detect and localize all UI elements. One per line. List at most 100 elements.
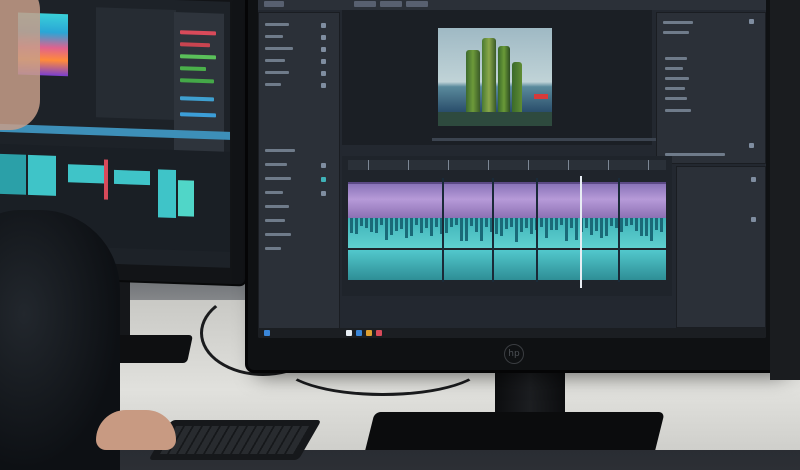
list-item[interactable]	[663, 31, 689, 34]
panel-icon[interactable]	[321, 163, 326, 168]
waveform-bar	[475, 218, 478, 232]
waveform-bar	[465, 218, 468, 241]
panel-icon[interactable]	[749, 19, 754, 24]
waveform-bar	[530, 218, 533, 234]
waveform-bar	[655, 218, 658, 230]
waveform-bar	[460, 218, 463, 241]
panel-icon[interactable]	[321, 83, 326, 88]
list-item[interactable]	[265, 177, 291, 180]
left-bar	[180, 66, 206, 72]
list-item[interactable]	[663, 21, 693, 24]
waveform-bar	[455, 218, 458, 225]
list-item[interactable]	[265, 47, 293, 50]
waveform-bar	[645, 218, 648, 236]
taskbar-icon[interactable]	[346, 330, 352, 336]
effects-panel	[656, 12, 766, 164]
list-item[interactable]	[665, 97, 687, 100]
list-item[interactable]	[665, 67, 683, 70]
waveform-bar	[610, 218, 613, 226]
clip-split	[442, 178, 444, 282]
panel-icon[interactable]	[749, 143, 754, 148]
list-item[interactable]	[265, 35, 283, 38]
waveform-bar	[630, 218, 633, 225]
list-item[interactable]	[665, 153, 725, 156]
list-item[interactable]	[265, 233, 291, 236]
waveform-bar	[515, 218, 518, 242]
red-marker	[534, 94, 548, 99]
top-tab[interactable]	[354, 1, 376, 7]
waveform-bar	[385, 218, 388, 240]
taskbar-icon[interactable]	[356, 330, 362, 336]
panel-icon[interactable]	[321, 59, 326, 64]
list-item[interactable]	[265, 149, 295, 152]
hp-logo-icon: hp	[504, 344, 524, 364]
main-monitor-base	[365, 412, 665, 450]
taskbar-icon[interactable]	[366, 330, 372, 336]
waveform-bar	[560, 218, 563, 225]
timeline-playhead[interactable]	[580, 176, 582, 288]
panel-icon[interactable]	[321, 71, 326, 76]
right-monitor-edge	[770, 0, 800, 380]
pillar-shape	[482, 38, 496, 116]
panel-icon[interactable]	[321, 191, 326, 196]
list-item[interactable]	[665, 77, 689, 80]
waveform-bar	[355, 218, 358, 234]
list-item[interactable]	[265, 83, 281, 86]
panel-icon[interactable]	[321, 47, 326, 52]
panel-icon[interactable]	[321, 177, 326, 182]
waveform-bar	[520, 218, 523, 232]
timeline-track-headers	[258, 158, 338, 159]
waveform-bar	[565, 218, 568, 241]
list-item[interactable]	[265, 191, 283, 194]
list-item[interactable]	[265, 219, 285, 222]
left-panel	[96, 7, 176, 121]
panel-icon[interactable]	[751, 217, 756, 222]
waveform-bar	[635, 218, 638, 231]
list-item[interactable]	[665, 87, 685, 90]
waveform-bar	[405, 218, 408, 238]
top-tab[interactable]	[264, 1, 284, 7]
left-clip	[0, 153, 26, 195]
ruler-tick	[528, 160, 529, 170]
taskbar-icon[interactable]	[264, 330, 270, 336]
waveform-bar	[650, 218, 653, 241]
top-tab[interactable]	[406, 1, 428, 7]
waveform-bar	[590, 218, 593, 235]
list-item[interactable]	[665, 109, 691, 112]
main-monitor: hp	[248, 0, 778, 370]
waveform-bar	[555, 218, 558, 230]
waveform-bar	[545, 218, 548, 238]
waveform-bar	[500, 218, 503, 236]
list-item[interactable]	[665, 57, 687, 60]
waveform-bar	[620, 218, 623, 232]
panel-icon[interactable]	[321, 23, 326, 28]
panel-icon[interactable]	[321, 35, 326, 40]
left-red-marker	[104, 159, 108, 200]
ruler-tick	[488, 160, 489, 170]
waveform-bar	[510, 218, 513, 227]
panel-icon[interactable]	[751, 177, 756, 182]
top-tab[interactable]	[380, 1, 402, 7]
timeline-ruler[interactable]	[348, 160, 666, 170]
taskbar	[258, 328, 766, 338]
list-item[interactable]	[265, 59, 285, 62]
taskbar-icon[interactable]	[376, 330, 382, 336]
waveform-bar	[395, 218, 398, 231]
pillar-shape	[512, 62, 522, 116]
waveform-bar	[400, 218, 403, 229]
editor-top-bar	[258, 0, 766, 10]
waveform-bar	[480, 218, 483, 241]
list-item[interactable]	[265, 71, 289, 74]
list-item[interactable]	[265, 23, 289, 26]
waveform-bar	[350, 218, 353, 233]
person-head	[0, 0, 40, 130]
list-item[interactable]	[265, 163, 287, 166]
project-panel	[258, 12, 340, 330]
waveform-bar	[420, 218, 423, 233]
list-item[interactable]	[265, 205, 289, 208]
clip-split	[492, 178, 494, 282]
ruler-tick	[648, 160, 649, 170]
waveform-bar	[585, 218, 588, 228]
list-item[interactable]	[265, 247, 281, 250]
left-clip	[28, 154, 56, 196]
